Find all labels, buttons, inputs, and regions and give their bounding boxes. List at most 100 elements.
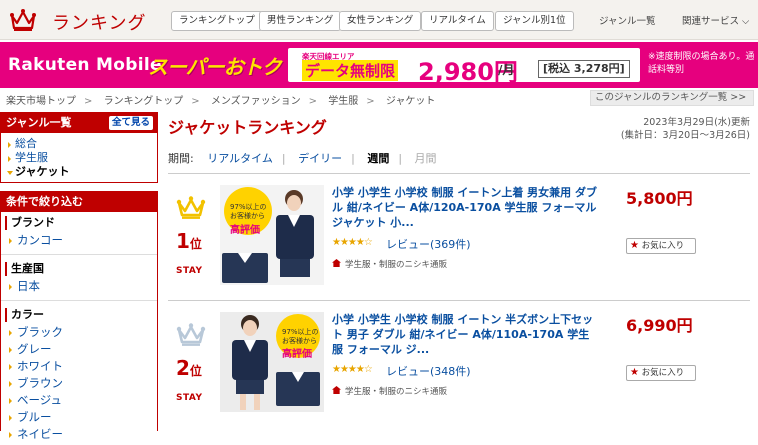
banner-price-unit: /月 <box>498 63 515 77</box>
rank-suffix: 位 <box>189 364 202 378</box>
updated-date: 2023年3月29日(水)更新 <box>643 117 750 128</box>
favorite-label: お気に入り <box>641 241 685 251</box>
product-image: 97%以上の お客様から 高評価 <box>220 185 324 285</box>
period-monthly-disabled: 月間 <box>414 152 437 165</box>
filter-group-title: 生産国 <box>5 262 153 276</box>
genre-list-box: ジャンル一覧 全て見る 総合 学生服 ジャケット <box>0 112 158 183</box>
badge-text-top: 97%以上の <box>282 327 319 336</box>
filter-item-black[interactable]: ブラック <box>5 324 153 341</box>
breadcrumb-jacket[interactable]: ジャケット <box>386 96 436 107</box>
nav-female-ranking-button[interactable]: 女性ランキング <box>339 11 422 31</box>
period-weekly-current: 週間 <box>367 152 390 165</box>
filter-item-gray[interactable]: グレー <box>5 341 153 358</box>
filter-group-brand: ブランド カンコー <box>1 212 157 251</box>
genre-ranking-list-link[interactable]: このジャンルのランキング一覧 >> <box>590 90 754 106</box>
rank-suffix: 位 <box>189 237 202 251</box>
rank-change-badge: STAY <box>176 393 203 403</box>
filter-group-title: ブランド <box>5 216 153 230</box>
period-daily-link[interactable]: デイリー <box>298 152 342 165</box>
genre-list-title: ジャンル一覧 <box>6 116 72 129</box>
shop-name: 学生服・制服のニシキ通販 <box>345 260 448 270</box>
banner-note: ※速度制限の場合あり。通話料等別 <box>648 52 755 75</box>
breadcrumb: 楽天市場トップ > ランキングトップ > メンズファッション > 学生服 > ジャケット <box>6 92 435 107</box>
breadcrumb-separator: > <box>191 96 200 107</box>
product-thumbnail[interactable]: 97%以上の お客様から 高評価 <box>220 185 324 285</box>
filter-box: 条件で絞り込む ブランド カンコー 生産国 日本 カラー ブラック グレー ホワ… <box>0 191 158 441</box>
star-icon: ★ <box>630 367 639 378</box>
shop-home-icon <box>332 259 341 267</box>
period-label: 期間: <box>168 152 194 165</box>
related-services-dropdown[interactable]: 関連サービス ⌵ <box>682 13 749 27</box>
review-count-link[interactable]: レビュー(348件) <box>386 363 471 379</box>
filter-group-title: カラー <box>5 308 153 322</box>
divider <box>168 300 750 301</box>
shop-name: 学生服・制服のニシキ通販 <box>345 387 448 397</box>
shop-link[interactable]: 学生服・制服のニシキ通販 <box>332 385 447 397</box>
filter-header: 条件で絞り込む <box>1 192 157 212</box>
product-price: 5,800円 <box>626 189 693 208</box>
filter-group-color: カラー ブラック グレー ホワイト ブラウン ベージュ ブルー ネイビー <box>1 304 157 445</box>
badge-text-mid: お客様から <box>282 336 317 345</box>
breadcrumb-mens-fashion[interactable]: メンズファッション <box>211 96 301 107</box>
star-icon: ★ <box>630 240 639 251</box>
genre-item-overall[interactable]: 総合 <box>5 137 157 151</box>
divider <box>1 300 157 301</box>
review-count-link[interactable]: レビュー(369件) <box>386 236 471 252</box>
divider <box>168 173 750 174</box>
filter-item-blue[interactable]: ブルー <box>5 409 153 426</box>
genre-list-link[interactable]: ジャンル一覧 <box>599 13 656 27</box>
rank-value: 1 <box>176 229 190 253</box>
filter-item-white[interactable]: ホワイト <box>5 358 153 375</box>
banner-brand: Rakuten Mobile <box>8 55 162 75</box>
period-separator: | <box>398 152 403 165</box>
rank-crown-gold-icon <box>176 196 206 219</box>
breadcrumb-school-uniform[interactable]: 学生服 <box>328 96 358 107</box>
page-title: ジャケットランキング <box>168 118 327 137</box>
period-range: (集計日：3月20日～3月26日) <box>620 130 750 141</box>
filter-item-navy[interactable]: ネイビー <box>5 426 153 443</box>
see-all-button[interactable]: 全て見る <box>108 116 153 130</box>
shop-home-icon <box>332 386 341 394</box>
nav-realtime-button[interactable]: リアルタイム <box>421 11 494 31</box>
site-logo-text[interactable]: ランキング <box>52 9 146 35</box>
update-info: 2023年3月29日(水)更新 (集計日：3月20日～3月26日) <box>621 116 750 142</box>
genre-list-header: ジャンル一覧 全て見る <box>1 113 157 133</box>
banner-price-box: 楽天回線エリア データ無制限 2,980円 /月 [税込 3,278円] <box>288 48 640 86</box>
nav-genre-first-button[interactable]: ジャンル別1位 <box>495 11 574 31</box>
rating-stars-icon: ★★★★☆ <box>332 364 373 375</box>
product-thumbnail[interactable]: 97%以上の お客様から 高評価 <box>220 312 324 412</box>
period-realtime-link[interactable]: リアルタイム <box>207 152 273 165</box>
rank-value: 2 <box>176 356 190 380</box>
badge-text-bot: 高評価 <box>282 347 312 360</box>
banner-tax-price: [税込 3,278円] <box>538 60 630 78</box>
ranking-item-2: 2位 STAY 97%以上の お客様から 高評価 小学 小学生 小学校 制服 イ… <box>168 312 750 430</box>
banner-super-otoku: スーパーおトク <box>148 55 282 79</box>
add-favorite-button[interactable]: ★ お気に入り <box>626 238 696 254</box>
product-name-link[interactable]: 小学 小学生 小学校 制服 イートン上着 男女兼用 ダブル 紺/ネイビー A体/… <box>332 185 600 230</box>
breadcrumb-rakuten-top[interactable]: 楽天市場トップ <box>6 96 76 107</box>
genre-item-school-uniform[interactable]: 学生服 <box>5 151 157 165</box>
period-selector: 期間: リアルタイム | デイリー | 週間 | 月間 <box>168 150 437 166</box>
filter-item-brown[interactable]: ブラウン <box>5 375 153 392</box>
filter-item-japan[interactable]: 日本 <box>5 278 153 295</box>
product-image: 97%以上の お客様から 高評価 <box>220 312 324 412</box>
rank-crown-silver-icon <box>176 323 206 346</box>
filter-item-kanko[interactable]: カンコー <box>5 232 153 249</box>
period-separator: | <box>281 152 286 165</box>
badge-text-bot: 高評価 <box>230 223 260 236</box>
global-header: ランキング ランキングトップ 男性ランキング 女性ランキング リアルタイム ジャ… <box>0 0 758 40</box>
sidebar: ジャンル一覧 全て見る 総合 学生服 ジャケット 条件で絞り込む ブランド カン… <box>0 112 158 441</box>
crown-logo-icon[interactable] <box>10 8 36 32</box>
rating-stars-icon: ★★★★☆ <box>332 237 373 248</box>
shop-link[interactable]: 学生服・制服のニシキ通販 <box>332 258 447 270</box>
add-favorite-button[interactable]: ★ お気に入り <box>626 365 696 381</box>
nav-male-ranking-button[interactable]: 男性ランキング <box>259 11 342 31</box>
rank-change-badge: STAY <box>176 266 203 276</box>
favorite-label: お気に入り <box>641 368 685 378</box>
product-name-link[interactable]: 小学 小学生 小学校 制服 イートン 半ズボン上下セット 男子 ダブル 紺/ネイ… <box>332 312 600 357</box>
filter-item-beige[interactable]: ベージュ <box>5 392 153 409</box>
genre-item-jacket: ジャケット <box>5 165 157 179</box>
rakuten-mobile-banner[interactable]: Rakuten Mobile スーパーおトク 楽天回線エリア データ無制限 2,… <box>0 42 758 88</box>
nav-ranking-top-button[interactable]: ランキングトップ <box>171 11 263 31</box>
breadcrumb-ranking-top[interactable]: ランキングトップ <box>104 96 184 107</box>
